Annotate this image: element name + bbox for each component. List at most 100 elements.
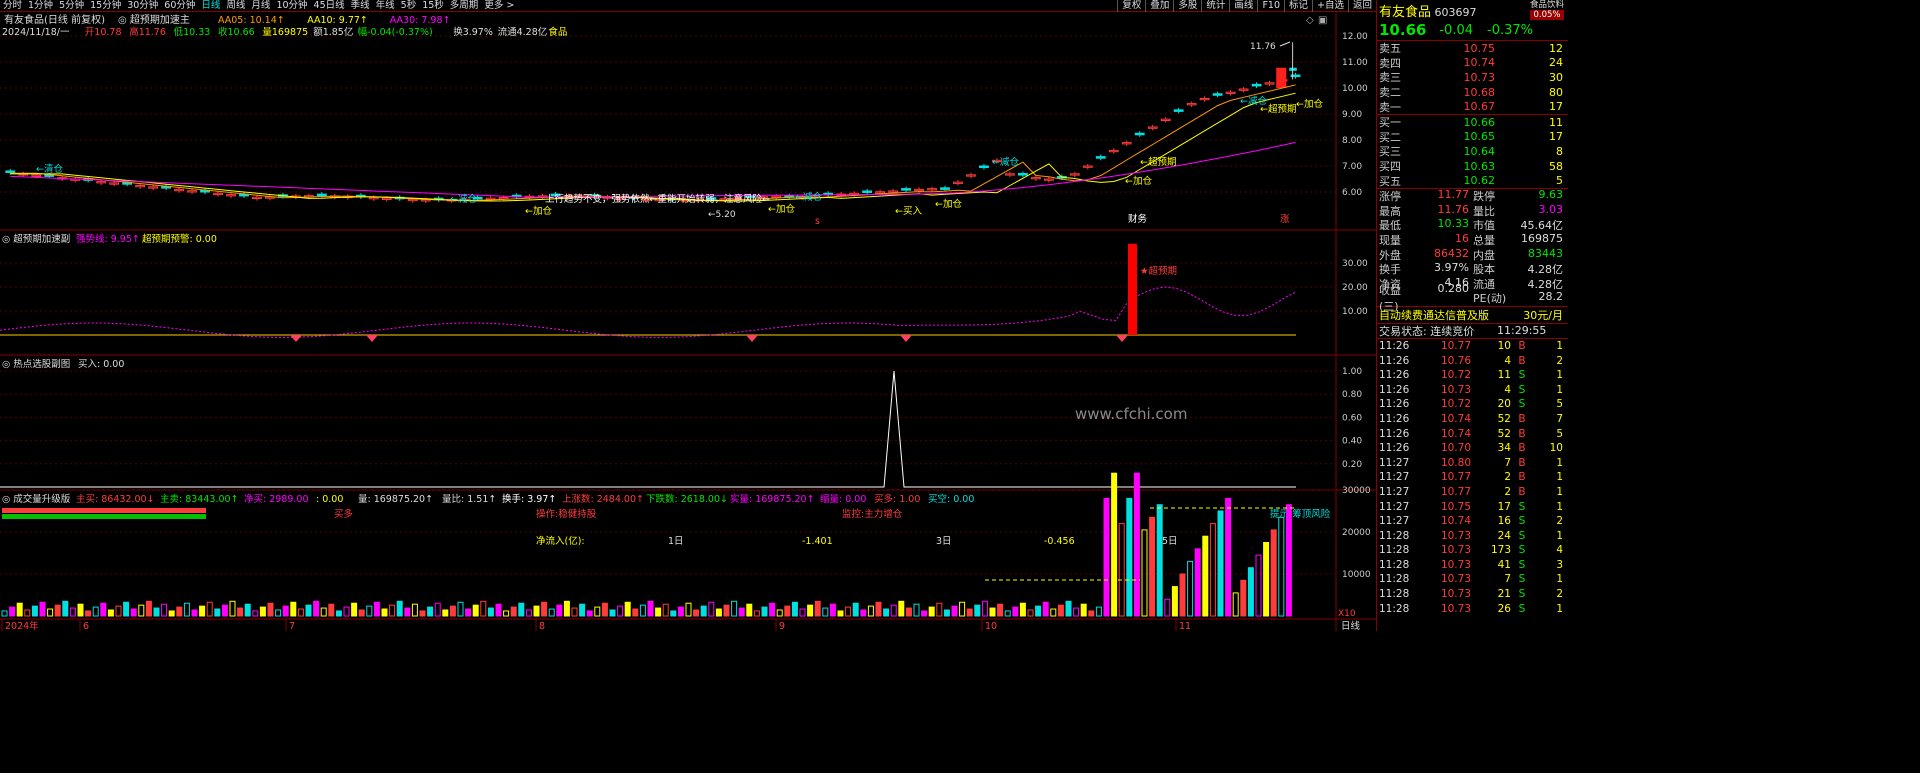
volume-bar: [31, 605, 38, 617]
volume-bar: [343, 606, 350, 617]
volume-bar: [115, 605, 122, 617]
quote-row: 收益(三) 0.280 PE(动) 28.2: [1377, 282, 1568, 313]
candle-body: [1264, 82, 1275, 85]
price-change: -0.04: [1439, 22, 1473, 38]
tick-volume: 2: [1504, 471, 1511, 484]
quote-cell: 最高 11.76: [1379, 203, 1473, 219]
candle-body: [914, 188, 924, 192]
toolbar-button[interactable]: 返回: [1347, 0, 1376, 12]
quote-value: 11.77: [1437, 188, 1470, 202]
volume-bar: [1232, 592, 1239, 617]
book-volume: 5: [1556, 174, 1563, 188]
period-tab[interactable]: 日线: [198, 0, 223, 12]
quote-value: 9.63: [1538, 188, 1564, 202]
quote-label: 股本: [1473, 263, 1495, 277]
period-tab[interactable]: 45日线: [311, 0, 348, 12]
tick-price: 10.73: [1440, 529, 1471, 542]
toolbar-button[interactable]: +自选: [1312, 0, 1348, 12]
period-tab[interactable]: 季线: [348, 0, 373, 12]
netflow-label: 净流入(亿):: [536, 535, 585, 547]
period-tab[interactable]: 10分钟: [273, 0, 310, 12]
signal-annotation: ←加仓: [525, 205, 552, 217]
period-tab[interactable]: 5秒: [398, 0, 420, 12]
toolbar-button[interactable]: 画线: [1229, 0, 1257, 12]
candle-body: [187, 190, 197, 193]
book-label: 买三: [1379, 145, 1401, 159]
tick-price: 10.75: [1440, 500, 1471, 513]
tick-volume: 21: [1497, 588, 1511, 601]
diamond-icon[interactable]: ◇: [1306, 15, 1314, 26]
tick-volume: 4: [1504, 383, 1511, 396]
period-tab[interactable]: 周线: [223, 0, 248, 12]
strength-line: [0, 286, 1297, 338]
toolbar-button[interactable]: 标记: [1284, 0, 1312, 12]
toolbar-button[interactable]: 多股: [1173, 0, 1201, 12]
period-tab[interactable]: 60分钟: [161, 0, 198, 12]
toolbar-button[interactable]: 复权: [1117, 0, 1145, 12]
period-tab[interactable]: 多周期: [447, 0, 482, 12]
book-volume: 8: [1556, 144, 1563, 158]
volume-bar: [708, 601, 715, 617]
candle-body: [771, 195, 782, 199]
toolbar-button[interactable]: 统计: [1201, 0, 1229, 12]
volume-stat: 上涨数: 2484.00↑: [562, 493, 644, 505]
volume-bar: [1133, 472, 1140, 617]
maximize-icon[interactable]: ▣: [1318, 15, 1327, 26]
volume-bar: [723, 604, 730, 617]
tick-time: 11:28: [1379, 558, 1410, 571]
book-volume: 30: [1549, 70, 1563, 84]
sector-badge[interactable]: 食品饮料: [1530, 0, 1564, 10]
toolbar-button[interactable]: F10: [1257, 0, 1284, 12]
volume-bar: [168, 610, 175, 617]
volume-bar: [199, 605, 206, 617]
quote-label: 内盘: [1473, 248, 1495, 262]
tick-side: B: [1518, 354, 1526, 367]
quote-cell: 外盘 86432: [1379, 247, 1473, 263]
volume-bar: [936, 602, 943, 617]
trade-status: 交易状态: 连续竞价: [1379, 324, 1475, 338]
volume-bar: [1035, 605, 1042, 617]
volume-bar: [746, 603, 753, 617]
tick-side: S: [1518, 588, 1526, 601]
period-tab[interactable]: 更多 >: [481, 0, 517, 12]
kline-chart[interactable]: 12.00 11.00 10.00 9.00 8.00 7.00 6.00 有友食品(日线 前…: [0, 12, 1376, 632]
volume-bar: [753, 610, 760, 617]
candle-body: [1225, 91, 1236, 94]
sell-ratio-bar: [2, 514, 206, 519]
volume-bar: [107, 609, 114, 617]
volume-bar: [1065, 600, 1072, 617]
period-tab[interactable]: 年线: [373, 0, 398, 12]
tick-row: 11:27 10.77 2 B 1: [1377, 470, 1568, 485]
volume-bar: [533, 605, 540, 617]
volume-bar: [784, 605, 791, 617]
tick-side: B: [1518, 471, 1526, 484]
period-tab[interactable]: 1分钟: [25, 0, 56, 12]
candle-body: [1251, 83, 1262, 87]
period-tab[interactable]: 15秒: [419, 0, 447, 12]
quote-row: 最低 10.33 市值 45.64亿: [1377, 217, 1568, 233]
period-tab[interactable]: 分时: [0, 0, 25, 12]
tick-volume: 7: [1504, 456, 1511, 469]
toolbar-button[interactable]: 叠加: [1145, 0, 1173, 12]
bar-info: 食品: [548, 26, 567, 38]
period-tab[interactable]: 30分钟: [124, 0, 161, 12]
quote-value: 3.03: [1538, 202, 1564, 216]
candle-body: [1004, 173, 1015, 176]
tick-time: 11:26: [1379, 442, 1410, 455]
tick-list[interactable]: 11:26 10.77 10 B 1 11:26 10.76 4 B 2 11:26 10.72 11 S…: [1377, 337, 1568, 616]
volume-bar: [981, 600, 988, 617]
candle-body: [226, 194, 236, 197]
period-tab[interactable]: 5分钟: [56, 0, 87, 12]
tick-time: 11:26: [1379, 369, 1410, 382]
tick-side: S: [1518, 544, 1526, 557]
tick-price: 10.73: [1440, 588, 1471, 601]
period-tab[interactable]: 15分钟: [87, 0, 124, 12]
diamond-signal-icon: [900, 335, 912, 342]
chart-area[interactable]: 12.00 11.00 10.00 9.00 8.00 7.00 6.00 有友食品(日线 前…: [0, 12, 1376, 632]
signal-annotation: ←减仓: [450, 193, 477, 205]
candle-body: [316, 193, 327, 197]
promo-text[interactable]: 自动续费通达信普及版: [1379, 307, 1509, 323]
volume-bar: [586, 610, 593, 617]
ma-value: AA30: 7.98↑: [390, 15, 451, 26]
period-tab[interactable]: 月线: [248, 0, 273, 12]
